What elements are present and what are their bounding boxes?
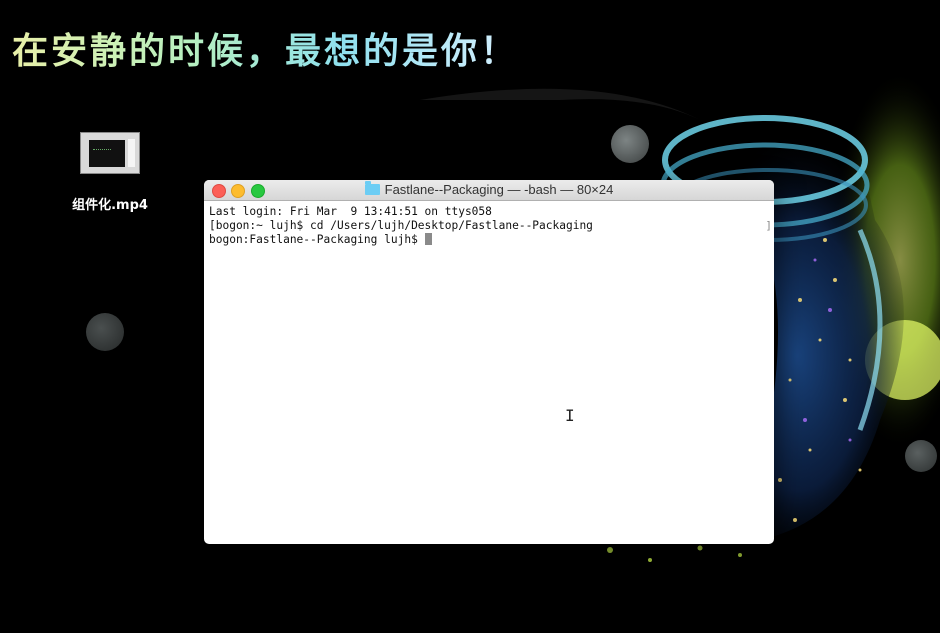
- bubble-decoration: [905, 440, 937, 472]
- terminal-line: Last login: Fri Mar 9 13:41:51 on ttys05…: [209, 205, 492, 218]
- terminal-line: [bogon:~ lujh$ cd /Users/lujh/Desktop/Fa…: [209, 219, 593, 232]
- folder-icon: [364, 181, 380, 195]
- window-title: Fastlane--Packaging — -bash — 80×24: [204, 181, 774, 197]
- terminal-prompt: bogon:Fastlane--Packaging lujh$: [209, 233, 425, 246]
- desktop-file-video[interactable]: 组件化.mp4: [60, 132, 160, 213]
- ibeam-cursor-icon: I: [565, 406, 575, 425]
- bubble-decoration: [611, 125, 649, 163]
- window-title-text: Fastlane--Packaging — -bash — 80×24: [384, 182, 614, 197]
- bubble-decoration: [86, 313, 124, 351]
- terminal-window[interactable]: Fastlane--Packaging — -bash — 80×24 Last…: [204, 180, 774, 544]
- terminal-titlebar[interactable]: Fastlane--Packaging — -bash — 80×24: [204, 180, 774, 201]
- video-thumbnail-icon: [80, 132, 140, 174]
- desktop-banner-text: 在安静的时候，最想的是你！: [12, 22, 519, 74]
- desktop-file-label: 组件化.mp4: [72, 198, 148, 213]
- scroll-marker: ]: [765, 219, 772, 232]
- text-cursor: [424, 233, 432, 245]
- terminal-output[interactable]: Last login: Fri Mar 9 13:41:51 on ttys05…: [204, 201, 774, 251]
- terminal-prompt-line[interactable]: bogon:Fastlane--Packaging lujh$: [209, 233, 769, 247]
